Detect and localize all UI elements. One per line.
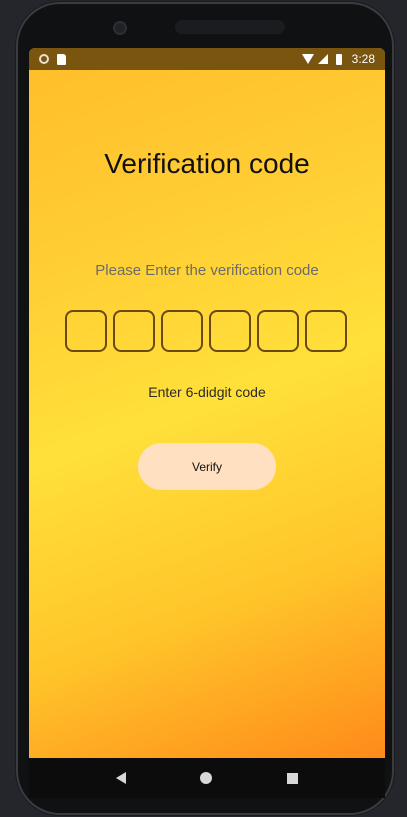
front-camera (113, 21, 127, 35)
code-digit-3[interactable] (161, 310, 203, 352)
code-digit-4[interactable] (209, 310, 251, 352)
wifi-icon (301, 54, 314, 64)
status-time: 3:28 (351, 52, 375, 66)
signal-icon (317, 54, 328, 64)
code-digit-5[interactable] (257, 310, 299, 352)
verify-button[interactable]: Verify (138, 443, 276, 490)
status-bar: 3:28 (29, 48, 385, 70)
home-icon[interactable] (200, 772, 213, 784)
recents-icon[interactable] (286, 772, 298, 784)
notification-dot-icon (39, 54, 49, 64)
earpiece-speaker (175, 20, 285, 34)
sd-card-icon (57, 53, 66, 65)
code-digit-6[interactable] (305, 310, 347, 352)
back-icon[interactable] (116, 772, 127, 784)
code-digit-2[interactable] (113, 310, 155, 352)
page-subtitle: Please Enter the verification code (95, 262, 319, 279)
navigation-bar (29, 758, 385, 798)
battery-icon (335, 53, 342, 65)
code-input-row (65, 310, 347, 352)
page-title: Verification code (104, 148, 310, 179)
app-screen: 3:28 Verification code Please Enter the … (29, 48, 385, 758)
code-digit-1[interactable] (65, 310, 107, 352)
code-hint: Enter 6-didgit code (148, 384, 266, 400)
